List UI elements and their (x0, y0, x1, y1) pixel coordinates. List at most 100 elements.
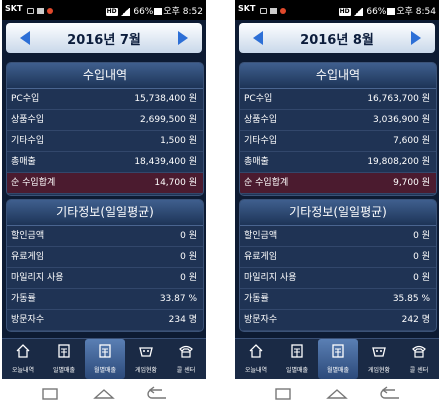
row-label: 순 수입합계 (244, 178, 289, 188)
nav-label: 오늘내역 (244, 367, 268, 374)
nav-label: 일별매출 (285, 367, 309, 374)
month-title: 2016년 8월 (300, 33, 374, 48)
hd-voice-badge: HD (105, 7, 118, 16)
nav-call-center[interactable]: 콜 센터 (166, 339, 206, 379)
status-right: HD 66% 오후 8:54 (338, 4, 436, 17)
phone-screen-august: SKT HD 66% 오후 8:54 2016년 8월 수입내역 PC수입 16,7… (235, 0, 439, 409)
other-row-utilization: 가동률 33.87 % (7, 289, 203, 310)
other-row-visitors: 방문자수 242 명 (240, 310, 436, 331)
daily-sales-icon (291, 344, 303, 358)
nav-daily-sales[interactable]: 일별매출 (44, 339, 84, 379)
row-label: 마일리지 사용 (244, 273, 297, 283)
income-row-goods: 상품수입 3,036,900 원 (240, 110, 436, 131)
row-value: 0 원 (180, 231, 197, 241)
nav-label: 콜 센터 (176, 367, 196, 374)
income-row-goods: 상품수입 2,699,500 원 (7, 110, 203, 131)
row-value: 18,439,400 원 (134, 157, 197, 167)
row-value: 0 원 (180, 252, 197, 262)
row-label: 순 수입합계 (11, 178, 56, 188)
row-value: 35.85 % (392, 294, 430, 304)
row-label: 기타수입 (244, 136, 278, 146)
carrier-label: SKT (5, 4, 23, 13)
battery-icon (154, 8, 163, 15)
nav-today[interactable]: 오늘내역 (236, 339, 276, 379)
phone-icon (179, 345, 193, 358)
nav-monthly-sales[interactable]: 월별매출 (85, 339, 125, 379)
month-selector: 2016년 8월 (239, 23, 435, 53)
gamepad-icon (139, 347, 153, 357)
nav-label: 일별매출 (52, 367, 76, 374)
nav-monthly-sales[interactable]: 월별매출 (318, 339, 358, 379)
back-icon[interactable] (371, 379, 411, 409)
system-nav (235, 379, 439, 409)
month-selector: 2016년 7월 (6, 23, 202, 53)
nav-label: 게임현황 (367, 367, 391, 374)
other-row-discount: 할인금액 0 원 (7, 226, 203, 247)
next-month-icon[interactable] (178, 31, 188, 45)
home-icon (249, 344, 263, 358)
carrier-label: SKT (238, 4, 256, 13)
income-row-total: 총매출 19,808,200 원 (240, 152, 436, 173)
status-bar: SKT HD 66% 오후 8:52 (2, 0, 206, 20)
row-label: 방문자수 (244, 315, 278, 325)
row-label: 유료게임 (11, 252, 45, 262)
row-value: 15,738,400 원 (134, 94, 197, 104)
nav-label: 오늘내역 (11, 367, 35, 374)
row-label: 총매출 (244, 157, 269, 167)
nav-label: 콜 센터 (409, 367, 429, 374)
row-value: 0 원 (413, 231, 430, 241)
home-button-icon[interactable] (317, 379, 357, 409)
system-nav (2, 379, 206, 409)
signal-icon (120, 7, 131, 16)
row-value: 0 원 (413, 273, 430, 283)
nav-daily-sales[interactable]: 일별매출 (277, 339, 317, 379)
income-row-pc: PC수입 15,738,400 원 (7, 89, 203, 110)
daily-sales-icon (58, 344, 70, 358)
income-row-etc: 기타수입 7,600 원 (240, 131, 436, 152)
nav-label: 게임현황 (134, 367, 158, 374)
other-info-title: 기타정보(일일평균) (240, 200, 436, 226)
home-icon (16, 344, 30, 358)
row-value: 3,036,900 원 (373, 115, 430, 125)
back-icon[interactable] (138, 379, 178, 409)
row-value: 234 명 (168, 315, 197, 325)
next-month-icon[interactable] (411, 31, 421, 45)
home-button-icon[interactable] (84, 379, 124, 409)
monthly-sales-icon (99, 344, 111, 358)
row-value: 14,700 원 (154, 178, 197, 188)
other-info-section: 기타정보(일일평균) 할인금액 0 원 유료게임 0 원 마일리지 사용 0 원 가동… (239, 199, 437, 332)
image-icon (270, 7, 277, 14)
battery-percent: 66% (133, 7, 154, 17)
bottom-nav: 오늘내역 일별매출 월별매출 게임현황 콜 센터 (2, 338, 206, 379)
row-label: 가동률 (244, 294, 269, 304)
other-row-visitors: 방문자수 234 명 (7, 310, 203, 331)
income-row-net: 순 수입합계 14,700 원 (7, 173, 203, 194)
notification-icon (260, 7, 267, 14)
row-label: 유료게임 (244, 252, 278, 262)
battery-percent: 66% (366, 7, 387, 17)
clock: 오후 8:52 (163, 7, 203, 17)
month-title: 2016년 7월 (67, 33, 141, 48)
status-bar: SKT HD 66% 오후 8:54 (235, 0, 439, 20)
gamepad-icon (372, 347, 386, 357)
row-label: 마일리지 사용 (11, 273, 64, 283)
nav-game-status[interactable]: 게임현황 (359, 339, 399, 379)
recent-apps-icon[interactable] (263, 379, 303, 409)
nav-game-status[interactable]: 게임현황 (126, 339, 166, 379)
other-row-mileage: 마일리지 사용 0 원 (7, 268, 203, 289)
income-section: 수입내역 PC수입 16,763,700 원 상품수입 3,036,900 원 기타… (239, 62, 437, 196)
row-value: 33.87 % (159, 294, 197, 304)
battery-icon (387, 8, 396, 15)
row-value: 2,699,500 원 (140, 115, 197, 125)
recent-apps-icon[interactable] (30, 379, 70, 409)
other-row-mileage: 마일리지 사용 0 원 (240, 268, 436, 289)
row-value: 0 원 (413, 252, 430, 262)
row-value: 19,808,200 원 (367, 157, 430, 167)
phone-screen-july: SKT HD 66% 오후 8:52 2016년 7월 수입내역 PC수입 15,7… (2, 0, 206, 409)
other-info-title: 기타정보(일일평균) (7, 200, 203, 226)
row-value: 7,600 원 (393, 136, 430, 146)
app-notification-icon (47, 7, 53, 14)
nav-today[interactable]: 오늘내역 (3, 339, 43, 379)
other-row-discount: 할인금액 0 원 (240, 226, 436, 247)
nav-call-center[interactable]: 콜 센터 (399, 339, 439, 379)
